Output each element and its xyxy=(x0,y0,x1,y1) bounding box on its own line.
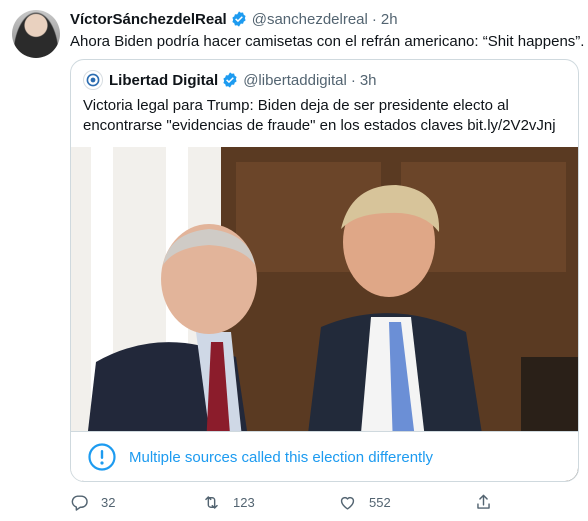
like-count: 552 xyxy=(369,494,391,510)
quoted-author-name[interactable]: Libertad Digital xyxy=(109,72,218,89)
info-icon xyxy=(87,442,117,472)
retweet-count: 123 xyxy=(233,494,255,510)
reply-button[interactable]: 32 xyxy=(70,490,115,514)
tweet-card[interactable]: VíctorSánchezdelReal @sanchezdelreal · 2… xyxy=(0,0,588,521)
separator-dot: · xyxy=(371,10,377,28)
tweet-timestamp[interactable]: 2h xyxy=(381,11,398,28)
retweet-button[interactable]: 123 xyxy=(202,490,255,514)
reply-count: 32 xyxy=(101,494,116,510)
author-handle[interactable]: @sanchezdelreal xyxy=(252,11,368,28)
election-notice-text[interactable]: Multiple sources called this election di… xyxy=(129,449,433,466)
share-icon xyxy=(477,494,490,509)
verified-badge-icon xyxy=(230,10,248,28)
heart-icon xyxy=(340,496,355,510)
tweet-actions: 32 123 552 xyxy=(70,490,570,514)
like-button[interactable]: 552 xyxy=(338,490,391,514)
tweet-text: Ahora Biden podría hacer camisetas con e… xyxy=(70,33,585,50)
retweet-icon xyxy=(205,495,218,509)
quoted-tweet[interactable]: Libertad Digital @libertaddigital · 3h V… xyxy=(70,59,579,482)
verified-badge-icon xyxy=(221,71,239,89)
quoted-tweet-header: Libertad Digital @libertaddigital · 3h xyxy=(83,70,377,90)
election-notice[interactable]: Multiple sources called this election di… xyxy=(71,431,578,481)
quoted-tweet-text: Victoria legal para Trump: Biden deja de… xyxy=(83,97,556,134)
separator-dot: · xyxy=(350,71,356,89)
quoted-author-handle[interactable]: @libertaddigital xyxy=(243,72,347,89)
reply-icon xyxy=(71,494,88,511)
tweet-header: VíctorSánchezdelReal @sanchezdelreal · 2… xyxy=(70,9,398,29)
author-avatar[interactable] xyxy=(12,10,60,58)
quoted-tweet-timestamp[interactable]: 3h xyxy=(360,72,377,89)
author-name[interactable]: VíctorSánchezdelReal xyxy=(70,11,227,28)
share-button[interactable] xyxy=(474,490,505,514)
quoted-author-avatar[interactable] xyxy=(83,70,103,90)
